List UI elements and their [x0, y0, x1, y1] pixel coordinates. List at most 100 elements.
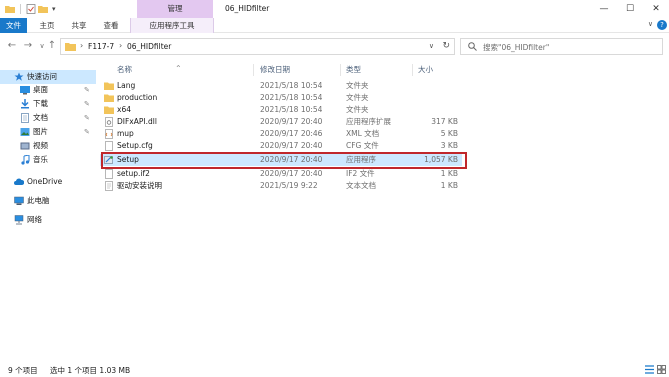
highlight-box: [101, 152, 467, 169]
new-folder-icon[interactable]: [38, 4, 48, 14]
sidebar-item-documents[interactable]: 文档 ✎: [0, 111, 96, 125]
large-icons-view-icon[interactable]: [657, 365, 666, 374]
breadcrumb-item-f117[interactable]: F117-7: [88, 42, 114, 51]
sidebar-item-network[interactable]: 网络: [0, 213, 96, 227]
picture-icon: [20, 128, 30, 136]
sidebar-item-label: 视频: [33, 141, 48, 150]
expand-ribbon-icon[interactable]: ∨: [648, 20, 653, 28]
column-header-name[interactable]: 名称 ⌃: [117, 63, 182, 77]
quick-access-dropdown-icon[interactable]: ▾: [52, 5, 56, 13]
column-header-type[interactable]: 类型: [346, 63, 361, 77]
forward-icon[interactable]: →: [22, 40, 34, 52]
file-date: 2021/5/18 10:54: [260, 93, 323, 102]
file-name: x64: [117, 105, 131, 114]
file-type: IF2 文件: [346, 169, 375, 178]
pin-icon[interactable]: ✎: [84, 83, 90, 97]
file-name: Setup.cfg: [117, 141, 153, 150]
xml-icon: [105, 129, 113, 139]
address-dropdown-icon[interactable]: ∨: [429, 42, 434, 50]
close-button[interactable]: ✕: [643, 0, 669, 18]
sidebar-item-onedrive[interactable]: OneDrive: [0, 175, 96, 189]
breadcrumb-separator[interactable]: ›: [80, 41, 83, 50]
table-row[interactable]: x64 2021/5/18 10:54 文件夹: [100, 104, 462, 116]
file-icon: [105, 169, 113, 179]
cloud-icon: [14, 178, 24, 185]
sidebar-item-music[interactable]: 音乐: [0, 153, 96, 167]
status-bar: 9 个项目 选中 1 个项目 1.03 MB: [0, 362, 669, 377]
column-header-size[interactable]: 大小: [418, 63, 433, 77]
sidebar-item-label: 音乐: [33, 155, 48, 164]
column-header-date[interactable]: 修改日期: [260, 63, 290, 77]
sidebar-item-pictures[interactable]: 图片 ✎: [0, 125, 96, 139]
minimize-button[interactable]: —: [591, 0, 617, 18]
tab-share[interactable]: 共享: [66, 18, 92, 33]
divider[interactable]: [340, 64, 341, 76]
sidebar-item-quick-access[interactable]: 快速访问: [0, 70, 96, 84]
file-date: 2021/5/18 10:54: [260, 81, 323, 90]
up-icon[interactable]: ↑: [46, 40, 58, 52]
sidebar-item-label: 图片: [33, 127, 48, 136]
file-name: 驱动安装说明: [117, 181, 162, 190]
table-row[interactable]: setup.if2 2020/9/17 20:40 IF2 文件 1 KB: [100, 168, 462, 180]
breadcrumb-item-current[interactable]: 06_HIDfilter: [127, 42, 171, 51]
table-row[interactable]: 驱动安装说明 2021/5/19 9:22 文本文档 1 KB: [100, 180, 462, 192]
table-row[interactable]: Setup.cfg 2020/9/17 20:40 CFG 文件 3 KB: [100, 140, 462, 152]
music-icon: [21, 155, 30, 165]
address-bar[interactable]: › F117-7 › 06_HIDfilter ∨ ↻: [60, 38, 455, 55]
help-icon[interactable]: ?: [657, 20, 667, 30]
file-name: mup: [117, 129, 134, 138]
divider[interactable]: [253, 64, 254, 76]
search-input[interactable]: 搜索"06_HIDfilter": [460, 38, 663, 55]
file-size: 317 KB: [431, 117, 458, 126]
file-date: 2021/5/19 9:22: [260, 181, 318, 190]
folder-icon: [104, 82, 114, 90]
divider: [20, 4, 21, 14]
tab-file[interactable]: 文件: [0, 18, 27, 33]
sidebar-item-label: OneDrive: [27, 177, 63, 186]
table-row[interactable]: mup 2020/9/17 20:46 XML 文档 5 KB: [100, 128, 462, 140]
file-size: 1 KB: [440, 169, 458, 178]
sidebar-item-videos[interactable]: 视频: [0, 139, 96, 153]
tab-application-tools[interactable]: 应用程序工具: [130, 18, 214, 33]
sidebar-item-label: 网络: [27, 215, 42, 224]
details-view-icon[interactable]: [645, 365, 654, 374]
sidebar-item-label: 文档: [33, 113, 48, 122]
properties-icon[interactable]: [26, 4, 36, 14]
file-name: DIFxAPI.dll: [117, 117, 157, 126]
sidebar-item-label: 快速访问: [27, 72, 57, 81]
divider[interactable]: [412, 64, 413, 76]
sidebar-item-label: 下载: [33, 99, 48, 108]
file-name: production: [117, 93, 158, 102]
refresh-icon[interactable]: ↻: [442, 41, 450, 51]
sort-ascending-icon: ⌃: [175, 64, 182, 73]
tab-home[interactable]: 主页: [34, 18, 60, 33]
star-icon: [14, 72, 24, 81]
file-date: 2020/9/17 20:40: [260, 141, 323, 150]
sidebar-item-this-pc[interactable]: 此电脑: [0, 194, 96, 208]
breadcrumb-separator[interactable]: ›: [119, 41, 122, 50]
table-row[interactable]: production 2021/5/18 10:54 文件夹: [100, 92, 462, 104]
file-name: setup.if2: [117, 169, 150, 178]
back-icon[interactable]: ←: [6, 40, 18, 52]
file-type: CFG 文件: [346, 141, 379, 150]
pin-icon[interactable]: ✎: [84, 97, 90, 111]
pin-icon[interactable]: ✎: [84, 111, 90, 125]
file-size: 3 KB: [440, 141, 458, 150]
tab-view[interactable]: 查看: [98, 18, 124, 33]
document-icon: [21, 113, 29, 123]
desktop-icon: [20, 86, 30, 95]
ribbon-tabs: 文件 主页 共享 查看 应用程序工具 ∨ ?: [0, 18, 669, 33]
maximize-button[interactable]: ☐: [617, 0, 643, 18]
file-size: 5 KB: [440, 129, 458, 138]
file-list: 名称 ⌃ 修改日期 类型 大小 Lang 2021/5/18 10:54 文件夹…: [96, 59, 669, 362]
table-row[interactable]: Lang 2021/5/18 10:54 文件夹: [100, 80, 462, 92]
file-date: 2021/5/18 10:54: [260, 105, 323, 114]
pin-icon[interactable]: ✎: [84, 125, 90, 139]
file-size: 1 KB: [440, 181, 458, 190]
table-row[interactable]: DIFxAPI.dll 2020/9/17 20:40 应用程序扩展 317 K…: [100, 116, 462, 128]
file-date: 2020/9/17 20:40: [260, 117, 323, 126]
sidebar-item-downloads[interactable]: 下载 ✎: [0, 97, 96, 111]
folder-icon: [104, 106, 114, 114]
sidebar-item-desktop[interactable]: 桌面 ✎: [0, 83, 96, 97]
file-type: 文件夹: [346, 105, 369, 114]
